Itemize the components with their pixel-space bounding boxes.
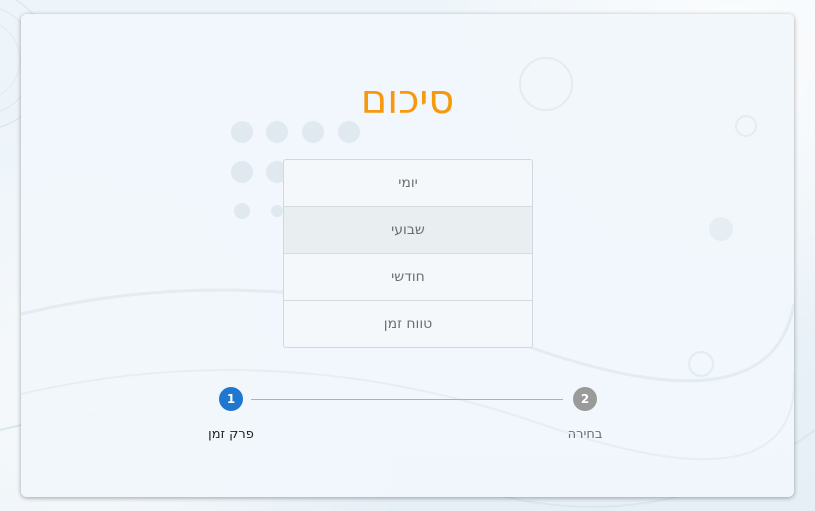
page-title: סיכום <box>360 77 455 123</box>
step-selection[interactable]: 2 בחירה <box>545 387 625 442</box>
stepper: 1 פרק זמן 2 בחירה <box>21 384 794 454</box>
option-date-range[interactable]: טווח זמן <box>284 301 532 347</box>
step-1-label: פרק זמן <box>208 427 254 442</box>
step-time-period[interactable]: 1 פרק זמן <box>191 387 271 442</box>
option-monthly[interactable]: חודשי <box>284 254 532 301</box>
summary-card: סיכום יומי שבועי חודשי טווח זמן 1 פרק זמ… <box>21 14 794 497</box>
step-1-number: 1 <box>219 387 243 411</box>
step-2-label: בחירה <box>567 427 603 442</box>
stepper-connector-line <box>251 399 563 400</box>
option-daily[interactable]: יומי <box>284 160 532 207</box>
option-weekly[interactable]: שבועי <box>284 207 532 254</box>
step-2-number: 2 <box>573 387 597 411</box>
period-options-list: יומי שבועי חודשי טווח זמן <box>283 159 533 348</box>
